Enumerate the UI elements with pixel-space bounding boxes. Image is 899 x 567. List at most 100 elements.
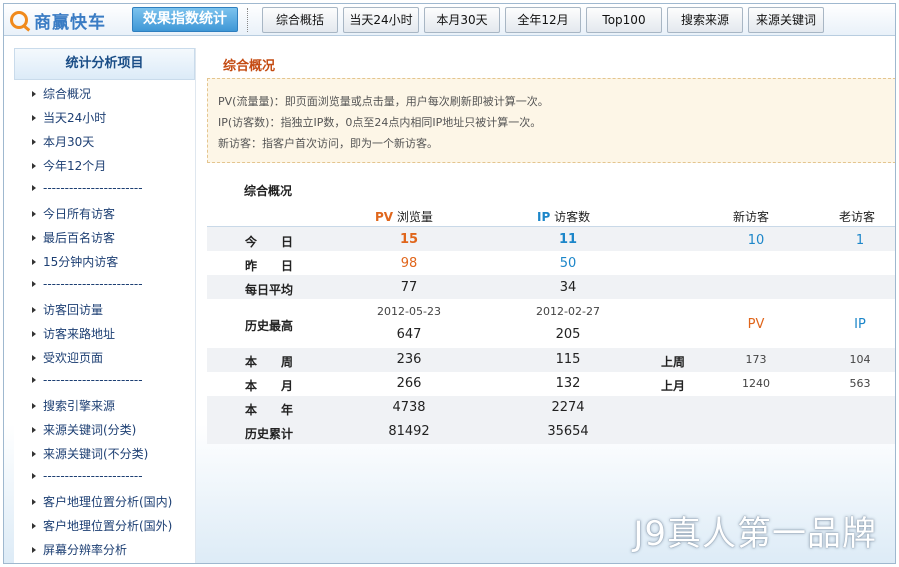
- definition-notice: PV(流量量)：即页面浏览量或点击量，用户每次刷新即被计算一次。 IP(访客数)…: [207, 78, 895, 163]
- arrow-icon: [32, 281, 36, 287]
- watermark: J9真人第一品牌: [633, 514, 877, 554]
- sidebar-item-popular-pages[interactable]: 受欢迎页面: [32, 349, 103, 366]
- pv-column-header: PV 浏览量: [375, 210, 433, 224]
- sidebar-item-geo-domestic[interactable]: 客户地理位置分析(国内): [32, 493, 172, 510]
- sidebar-item-keywords-ungrouped[interactable]: 来源关键词(不分类): [32, 445, 148, 462]
- sidebar-item-keywords-grouped[interactable]: 来源关键词(分类): [32, 421, 136, 438]
- today-old-visitors: 1: [855, 233, 865, 248]
- sidebar-item-search-engines[interactable]: 搜索引擎来源: [32, 397, 115, 414]
- arrow-icon: [32, 115, 36, 121]
- row-label-this-year: 本 年: [245, 403, 294, 417]
- today-new-visitors: 10: [747, 233, 765, 248]
- ip-column-header: IP 访客数: [537, 210, 591, 224]
- arrow-icon: [32, 91, 36, 97]
- nav-24h-button[interactable]: 当天24小时: [343, 7, 419, 33]
- today-ip: 11: [558, 232, 578, 247]
- logo-text: 商赢快车: [34, 12, 106, 33]
- prev-week-pv: 173: [745, 353, 767, 366]
- sidebar-item-30days[interactable]: 本月30天: [32, 133, 94, 150]
- arrow-icon: [32, 547, 36, 553]
- notice-new-visitor: 新访客：指客户首次访问，即为一个新访客。: [218, 137, 438, 150]
- sidebar-item-last-100[interactable]: 最后百名访客: [32, 229, 115, 246]
- this-year-pv: 4738: [392, 400, 426, 415]
- daily-avg-ip: 34: [559, 280, 577, 295]
- arrow-icon: [32, 403, 36, 409]
- top-nav-bar: 商赢快车 效果指数统计 综合概括 当天24小时 本月30天 全年12月 Top1…: [4, 4, 895, 36]
- prev-week-ip: 104: [849, 353, 871, 366]
- compare-pv-tag: PV: [747, 317, 765, 332]
- compare-ip-tag: IP: [854, 317, 866, 332]
- nav-top100-button[interactable]: Top100: [586, 7, 662, 33]
- sidebar: 统计分析项目 综合概况 当天24小时 本月30天 今年12个月 --------…: [14, 48, 196, 563]
- arrow-icon: [32, 139, 36, 145]
- page-title: 综合概况: [223, 59, 276, 74]
- total-ip: 35654: [547, 424, 589, 439]
- sidebar-item-referrers[interactable]: 访客来路地址: [32, 325, 115, 342]
- sidebar-item-screen-resolution[interactable]: 屏幕分辨率分析: [32, 541, 127, 558]
- sidebar-item-24h[interactable]: 当天24小时: [32, 109, 106, 126]
- sidebar-item-geo-foreign[interactable]: 客户地理位置分析(国外): [32, 517, 172, 534]
- nav-separator: [247, 8, 248, 32]
- arrow-icon: [32, 473, 36, 479]
- row-label-daily-avg: 每日平均: [245, 283, 294, 297]
- arrow-icon: [32, 185, 36, 191]
- prev-month-pv: 1240: [742, 377, 770, 390]
- history-max-pv: 647: [396, 327, 422, 342]
- history-max-ip-date: 2012-02-27: [536, 305, 600, 318]
- prev-month-ip: 563: [849, 377, 871, 390]
- yesterday-pv: 98: [400, 256, 418, 271]
- nav-overview-button[interactable]: 综合概括: [262, 7, 338, 33]
- arrow-icon: [32, 331, 36, 337]
- nav-12months-button[interactable]: 全年12月: [505, 7, 581, 33]
- sidebar-divider: -----------------------: [32, 181, 143, 195]
- this-week-ip: 115: [555, 352, 581, 367]
- sidebar-item-overview[interactable]: 综合概况: [32, 85, 91, 102]
- sidebar-item-return-visits[interactable]: 访客回访量: [32, 301, 103, 318]
- row-label-this-month: 本 月: [245, 379, 294, 393]
- table-divider: [207, 226, 895, 227]
- total-pv: 81492: [388, 424, 430, 439]
- new-visitors-header: 新访客: [733, 210, 770, 224]
- sidebar-divider: -----------------------: [32, 277, 143, 291]
- prev-month-label: 上月: [661, 379, 686, 393]
- row-label-today: 今 日: [245, 235, 294, 249]
- arrow-icon: [32, 163, 36, 169]
- app-frame: 商赢快车 效果指数统计 综合概括 当天24小时 本月30天 全年12月 Top1…: [3, 3, 896, 564]
- sidebar-divider: -----------------------: [32, 373, 143, 387]
- logo: 商赢快车: [10, 8, 106, 33]
- this-month-ip: 132: [555, 376, 581, 391]
- sidebar-item-today-visitors[interactable]: 今日所有访客: [32, 205, 115, 222]
- arrow-icon: [32, 427, 36, 433]
- row-label-total: 历史累计: [245, 427, 294, 441]
- arrow-icon: [32, 499, 36, 505]
- brand-button[interactable]: 效果指数统计: [132, 7, 238, 32]
- this-week-pv: 236: [396, 352, 422, 367]
- notice-ip: IP(访客数)：指独立IP数，0点至24点内相同IP地址只被计算一次。: [218, 116, 542, 129]
- daily-avg-pv: 77: [400, 280, 418, 295]
- arrow-icon: [32, 451, 36, 457]
- sidebar-item-12months[interactable]: 今年12个月: [32, 157, 106, 174]
- this-year-ip: 2274: [551, 400, 585, 415]
- nav-keywords-button[interactable]: 来源关键词: [748, 7, 824, 33]
- section-title: 综合概况: [244, 184, 293, 198]
- arrow-icon: [32, 523, 36, 529]
- row-label-history-max: 历史最高: [245, 319, 294, 333]
- this-month-pv: 266: [396, 376, 422, 391]
- arrow-icon: [32, 259, 36, 265]
- sidebar-title: 统计分析项目: [14, 48, 195, 80]
- notice-pv: PV(流量量)：即页面浏览量或点击量，用户每次刷新即被计算一次。: [218, 95, 549, 108]
- arrow-icon: [32, 235, 36, 241]
- nav-search-source-button[interactable]: 搜索来源: [667, 7, 743, 33]
- logo-icon: [10, 11, 28, 29]
- sidebar-item-15min[interactable]: 15分钟内访客: [32, 253, 118, 270]
- history-max-pv-date: 2012-05-23: [377, 305, 441, 318]
- row-label-yesterday: 昨 日: [245, 259, 294, 273]
- prev-week-label: 上周: [661, 355, 686, 369]
- arrow-icon: [32, 307, 36, 313]
- arrow-icon: [32, 355, 36, 361]
- sidebar-divider: -----------------------: [32, 469, 143, 483]
- yesterday-ip: 50: [559, 256, 577, 271]
- nav-30days-button[interactable]: 本月30天: [424, 7, 500, 33]
- arrow-icon: [32, 377, 36, 383]
- old-visitors-header: 老访客: [839, 210, 876, 224]
